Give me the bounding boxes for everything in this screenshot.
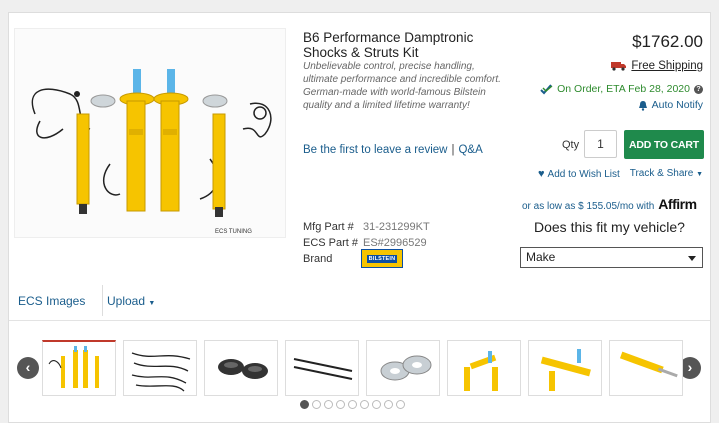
truck-icon	[611, 62, 627, 71]
tab-upload[interactable]: Upload ▼	[107, 285, 155, 321]
wish-list-link[interactable]: ♥ Add to Wish List	[538, 168, 620, 180]
auto-notify-link[interactable]: Auto Notify	[638, 99, 703, 111]
product-price: $1762.00	[632, 32, 703, 51]
mfg-part-label: Mfg Part #	[303, 221, 354, 233]
carousel-dot[interactable]	[300, 400, 309, 409]
thumbnail-strip	[42, 340, 683, 396]
carousel-dots	[300, 400, 405, 409]
tab-ecs-images[interactable]: ECS Images	[18, 285, 85, 321]
add-to-cart-button[interactable]: ADD TO CART	[624, 130, 704, 159]
brand-label: Brand	[303, 253, 333, 265]
availability-text: On Order, ETA Feb 28, 2020	[557, 83, 690, 95]
free-shipping-link[interactable]: Free Shipping	[611, 60, 703, 72]
carousel-dot[interactable]	[312, 400, 321, 409]
prev-arrow-button[interactable]: ‹	[17, 357, 39, 379]
product-main-image[interactable]: ECS TUNING	[14, 28, 286, 238]
thumbnail-bump-stops[interactable]	[204, 340, 278, 396]
affirm-financing[interactable]: or as low as $ 155.05/mo with Affirm	[522, 196, 697, 212]
bilstein-logo[interactable]: BILSTEIN	[361, 249, 403, 268]
mfg-part-value: 31-231299KT	[363, 221, 430, 233]
thumbnail-sensor-cables[interactable]	[285, 340, 359, 396]
carousel-dot[interactable]	[324, 400, 333, 409]
separator: |	[451, 144, 455, 156]
chevron-down-icon	[688, 256, 696, 261]
free-shipping-text: Free Shipping	[631, 60, 703, 72]
thumbnail-front-struts-alt[interactable]	[528, 340, 602, 396]
qty-label: Qty	[562, 139, 580, 151]
thumbnail-shocks-struts-kit[interactable]	[42, 340, 116, 396]
leave-review-link[interactable]: Be the first to leave a review	[303, 144, 447, 156]
caret-down-icon: ▼	[696, 171, 703, 178]
track-share-dropdown[interactable]: Track & Share ▼	[630, 168, 703, 179]
bell-icon	[638, 100, 647, 111]
caret-down-icon: ▼	[148, 300, 156, 307]
make-select-value: Make	[526, 250, 556, 264]
affirm-logo: Affirm	[658, 196, 697, 212]
carousel-dot[interactable]	[396, 400, 405, 409]
auto-notify-text: Auto Notify	[651, 99, 703, 111]
product-description: Unbelievable control, precise handling, …	[303, 61, 501, 111]
thumbnail-front-struts[interactable]	[447, 340, 521, 396]
wish-list-text: Add to Wish List	[547, 168, 620, 180]
carousel-dot[interactable]	[372, 400, 381, 409]
heart-icon: ♥	[538, 168, 545, 180]
thumbnail-rear-shock[interactable]	[609, 340, 683, 396]
carousel-dot[interactable]	[348, 400, 357, 409]
fitment-question: Does this fit my vehicle?	[534, 219, 685, 235]
qa-link[interactable]: Q&A	[458, 144, 482, 156]
review-links: Be the first to leave a review | Q&A	[303, 144, 483, 156]
make-select[interactable]: Make	[520, 247, 703, 268]
track-share-text: Track & Share	[629, 168, 694, 179]
carousel-dot[interactable]	[336, 400, 345, 409]
svg-text:ECS TUNING: ECS TUNING	[215, 229, 252, 235]
info-icon[interactable]: ?	[694, 84, 703, 94]
image-tabs: ECS Images Upload ▼	[9, 285, 710, 321]
product-title: B6 Performance Damptronic Shocks & Strut…	[303, 30, 474, 60]
thumbnail-wiring-harness[interactable]	[123, 340, 197, 396]
carousel-dot[interactable]	[360, 400, 369, 409]
ecs-part-label: ECS Part #	[303, 237, 359, 249]
qty-input[interactable]: 1	[584, 130, 617, 158]
carousel-dot[interactable]	[384, 400, 393, 409]
tab-upload-label: Upload	[107, 294, 146, 308]
checkmark-icon	[540, 83, 553, 94]
availability-status: On Order, ETA Feb 28, 2020 ?	[540, 83, 703, 95]
bilstein-logo-text: BILSTEIN	[366, 254, 398, 263]
affirm-text: or as low as $ 155.05/mo with	[522, 201, 655, 212]
tab-divider	[102, 285, 103, 316]
thumbnail-strut-mounts[interactable]	[366, 340, 440, 396]
